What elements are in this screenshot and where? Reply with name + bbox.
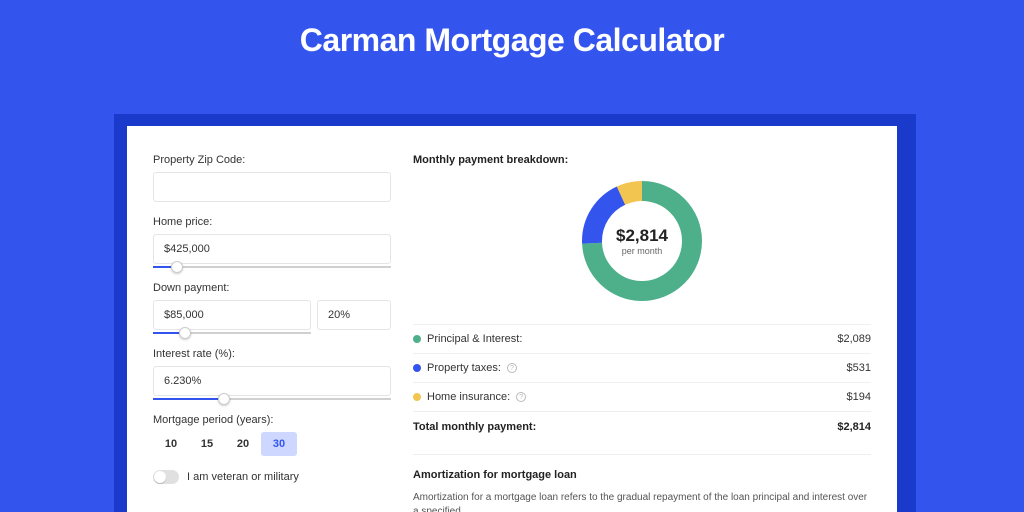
page-title: Carman Mortgage Calculator	[0, 0, 1024, 77]
period-option-10[interactable]: 10	[153, 432, 189, 456]
calculator-frame: Property Zip Code: Home price: Down paym…	[127, 126, 897, 512]
interest-slider[interactable]	[153, 398, 391, 400]
home-price-slider[interactable]	[153, 266, 391, 268]
breakdown-value: $2,089	[837, 333, 871, 345]
period-option-15[interactable]: 15	[189, 432, 225, 456]
slider-thumb[interactable]	[171, 261, 183, 273]
down-payment-amount-input[interactable]	[153, 300, 311, 330]
breakdown-label: Property taxes:	[427, 362, 501, 374]
donut-amount: $2,814	[616, 226, 668, 246]
legend-dot-icon	[413, 364, 421, 372]
info-icon[interactable]: ?	[516, 392, 526, 402]
zip-label: Property Zip Code:	[153, 154, 391, 166]
down-payment-field-group: Down payment:	[153, 282, 391, 334]
total-label: Total monthly payment:	[413, 421, 536, 433]
down-payment-slider[interactable]	[153, 332, 311, 334]
donut-sub: per month	[622, 246, 663, 256]
home-price-field-group: Home price:	[153, 216, 391, 268]
period-options: 10 15 20 30	[153, 432, 391, 456]
info-icon[interactable]: ?	[507, 363, 517, 373]
breakdown-total-row: Total monthly payment: $2,814	[413, 411, 871, 442]
legend-dot-icon	[413, 335, 421, 343]
breakdown-label: Principal & Interest:	[427, 333, 522, 345]
veteran-toggle[interactable]	[153, 470, 179, 484]
period-label: Mortgage period (years):	[153, 414, 391, 426]
interest-field-group: Interest rate (%):	[153, 348, 391, 400]
home-price-label: Home price:	[153, 216, 391, 228]
breakdown-column: Monthly payment breakdown: $2,814 per mo…	[413, 154, 871, 512]
donut-chart: $2,814 per month	[577, 176, 707, 306]
amortization-text: Amortization for a mortgage loan refers …	[413, 491, 871, 512]
breakdown-value: $194	[847, 391, 871, 403]
amortization-section: Amortization for mortgage loan Amortizat…	[413, 454, 871, 512]
donut-center: $2,814 per month	[577, 176, 707, 306]
breakdown-label: Home insurance:	[427, 391, 510, 403]
breakdown-title: Monthly payment breakdown:	[413, 154, 871, 166]
slider-fill	[153, 398, 224, 400]
inputs-column: Property Zip Code: Home price: Down paym…	[153, 154, 391, 512]
donut-chart-wrap: $2,814 per month	[413, 176, 871, 306]
toggle-knob	[154, 471, 166, 483]
down-payment-percent-input[interactable]	[317, 300, 391, 330]
amortization-title: Amortization for mortgage loan	[413, 469, 871, 481]
breakdown-row-taxes: Property taxes: ? $531	[413, 353, 871, 382]
breakdown-row-principal: Principal & Interest: $2,089	[413, 324, 871, 353]
total-value: $2,814	[837, 421, 871, 433]
period-field-group: Mortgage period (years): 10 15 20 30	[153, 414, 391, 456]
zip-input[interactable]	[153, 172, 391, 202]
interest-label: Interest rate (%):	[153, 348, 391, 360]
veteran-toggle-row: I am veteran or military	[153, 470, 391, 484]
slider-thumb[interactable]	[179, 327, 191, 339]
breakdown-value: $531	[847, 362, 871, 374]
interest-input[interactable]	[153, 366, 391, 396]
slider-thumb[interactable]	[218, 393, 230, 405]
veteran-label: I am veteran or military	[187, 471, 299, 483]
breakdown-row-insurance: Home insurance: ? $194	[413, 382, 871, 411]
down-payment-label: Down payment:	[153, 282, 391, 294]
period-option-20[interactable]: 20	[225, 432, 261, 456]
home-price-input[interactable]	[153, 234, 391, 264]
period-option-30[interactable]: 30	[261, 432, 297, 456]
zip-field-group: Property Zip Code:	[153, 154, 391, 202]
legend-dot-icon	[413, 393, 421, 401]
